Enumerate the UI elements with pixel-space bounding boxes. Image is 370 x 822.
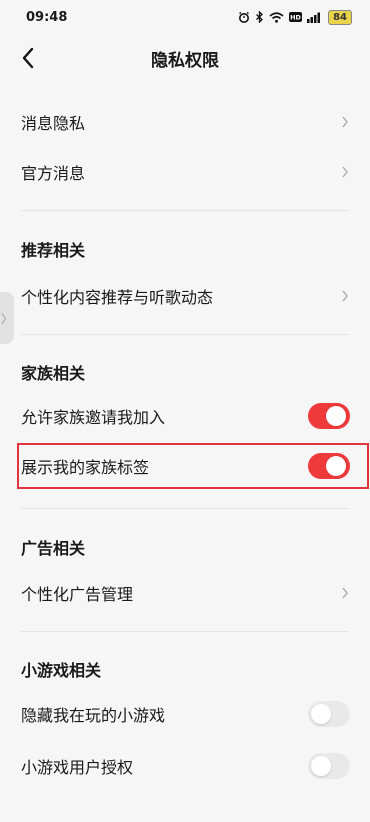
status-time: 09:48 — [26, 9, 68, 25]
toggle-knob — [326, 406, 346, 426]
back-button[interactable] — [10, 40, 46, 76]
row-label: 个性化广告管理 — [21, 585, 134, 604]
row-label: 小游戏用户授权 — [21, 758, 134, 777]
row-label: 消息隐私 — [21, 114, 86, 133]
row-label: 允许家族邀请我加入 — [21, 408, 166, 427]
status-icons: HD 84 — [238, 9, 352, 25]
row-personalized-content[interactable]: 个性化内容推荐与听歌动态 — [0, 271, 370, 321]
divider — [21, 210, 349, 211]
hd-icon: HD — [289, 12, 303, 22]
section-title-family: 家族相关 — [21, 364, 86, 383]
row-message-privacy[interactable]: 消息隐私 — [0, 97, 370, 147]
row-personalized-ads[interactable]: 个性化广告管理 — [0, 568, 370, 618]
divider — [21, 631, 349, 632]
page-title: 隐私权限 — [151, 50, 219, 71]
row-minigame-user-auth: 小游戏用户授权 — [0, 741, 370, 791]
signal-icon — [307, 12, 323, 23]
divider — [21, 334, 349, 335]
highlight-annotation-box — [17, 443, 369, 489]
battery-indicator: 84 — [328, 9, 352, 25]
minigame-user-auth-toggle[interactable] — [308, 753, 350, 779]
chevron-right-icon — [340, 114, 350, 130]
chevron-right-icon — [340, 585, 350, 601]
nav-bar: 隐私权限 — [0, 34, 370, 82]
chevron-right-icon — [340, 164, 350, 180]
wifi-icon — [269, 11, 284, 23]
toggle-knob — [311, 756, 331, 776]
chevron-right-icon: 〉 — [0, 311, 13, 326]
toggle-knob — [311, 704, 331, 724]
alarm-icon — [238, 11, 250, 23]
row-label: 隐藏我在玩的小游戏 — [21, 706, 166, 725]
row-label: 官方消息 — [21, 164, 86, 183]
section-title-minigame: 小游戏相关 — [21, 661, 102, 680]
side-drawer-handle[interactable]: 〉 — [0, 292, 14, 344]
svg-text:HD: HD — [290, 14, 301, 22]
divider — [21, 508, 349, 509]
row-hide-playing-minigames: 隐藏我在玩的小游戏 — [0, 689, 370, 739]
bluetooth-icon — [255, 11, 264, 23]
row-official-message[interactable]: 官方消息 — [0, 147, 370, 197]
back-arrow-icon — [22, 47, 34, 69]
section-title-ads: 广告相关 — [21, 539, 86, 558]
allow-family-invite-toggle[interactable] — [308, 403, 350, 429]
row-label: 个性化内容推荐与听歌动态 — [21, 288, 214, 307]
row-allow-family-invite: 允许家族邀请我加入 — [0, 391, 370, 441]
hide-playing-minigames-toggle[interactable] — [308, 701, 350, 727]
chevron-right-icon — [340, 288, 350, 304]
section-title-recommend: 推荐相关 — [21, 241, 86, 260]
status-bar: 09:48 HD 84 — [0, 0, 370, 34]
